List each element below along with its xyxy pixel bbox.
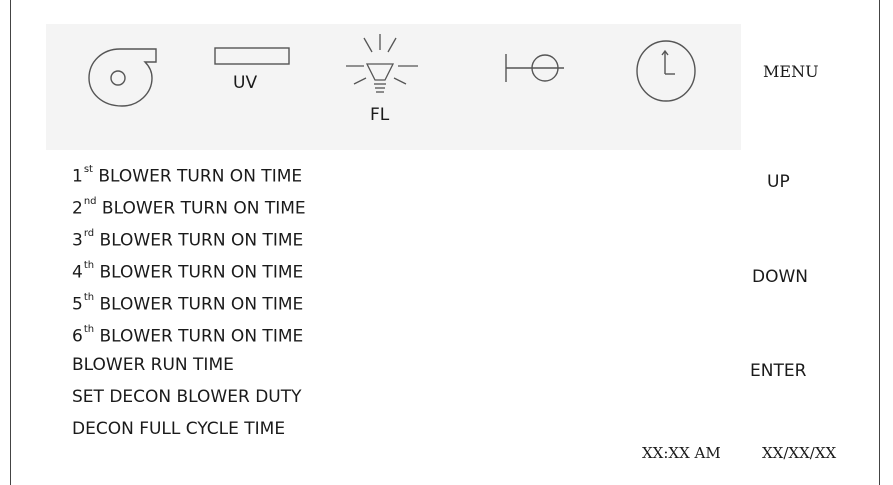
uv-label: UV <box>233 73 258 93</box>
blower-icon[interactable] <box>84 40 159 110</box>
menu-item-number: 5 <box>72 294 83 315</box>
menu-item-label: DECON FULL CYCLE TIME <box>72 419 286 439</box>
menu-item-number: 1 <box>72 166 83 187</box>
menu-item-label: BLOWER TURN ON TIME <box>99 294 304 315</box>
menu-item-number: 6 <box>72 326 83 347</box>
clock-icon[interactable] <box>634 38 698 104</box>
menu-item-4th-blower-turn-on-time[interactable]: 4th BLOWER TURN ON TIME <box>72 256 306 288</box>
date-display: XX/XX/XX <box>762 444 837 462</box>
menu-item-label: BLOWER TURN ON TIME <box>99 326 304 347</box>
menu-item-decon-full-cycle-time[interactable]: DECON FULL CYCLE TIME <box>72 416 306 448</box>
menu-item-label: BLOWER TURN ON TIME <box>99 230 304 251</box>
damper-icon[interactable] <box>504 50 568 86</box>
up-button[interactable]: UP <box>767 172 790 192</box>
time-display: XX:XX AM <box>642 444 721 462</box>
menu-item-label: BLOWER RUN TIME <box>72 355 234 375</box>
menu-item-6th-blower-turn-on-time[interactable]: 6th BLOWER TURN ON TIME <box>72 320 306 352</box>
menu-item-label: BLOWER TURN ON TIME <box>99 262 304 283</box>
fl-label: FL <box>370 105 390 125</box>
settings-menu-list: 1st BLOWER TURN ON TIME 2nd BLOWER TURN … <box>72 160 306 448</box>
menu-item-ordinal: st <box>83 164 93 175</box>
light-bulb-icon[interactable] <box>338 32 422 104</box>
menu-item-set-decon-blower-duty[interactable]: SET DECON BLOWER DUTY <box>72 384 306 416</box>
menu-item-number: 2 <box>72 198 83 219</box>
menu-item-label: SET DECON BLOWER DUTY <box>72 387 302 407</box>
menu-button[interactable]: MENU <box>763 62 819 81</box>
menu-item-ordinal: th <box>83 292 95 303</box>
menu-item-number: 4 <box>72 262 83 283</box>
menu-item-label: BLOWER TURN ON TIME <box>101 198 306 219</box>
menu-item-blower-run-time[interactable]: BLOWER RUN TIME <box>72 352 306 384</box>
menu-item-2nd-blower-turn-on-time[interactable]: 2nd BLOWER TURN ON TIME <box>72 192 306 224</box>
menu-item-ordinal: th <box>83 324 95 335</box>
menu-item-ordinal: th <box>83 260 95 271</box>
menu-item-ordinal: nd <box>83 196 97 207</box>
uv-lamp-icon[interactable] <box>214 47 292 67</box>
menu-item-label: BLOWER TURN ON TIME <box>98 166 303 187</box>
menu-item-ordinal: rd <box>83 228 95 239</box>
down-button[interactable]: DOWN <box>752 267 808 287</box>
menu-item-5th-blower-turn-on-time[interactable]: 5th BLOWER TURN ON TIME <box>72 288 306 320</box>
menu-item-number: 3 <box>72 230 83 251</box>
enter-button[interactable]: ENTER <box>750 361 806 381</box>
menu-item-1st-blower-turn-on-time[interactable]: 1st BLOWER TURN ON TIME <box>72 160 306 192</box>
menu-item-3rd-blower-turn-on-time[interactable]: 3rd BLOWER TURN ON TIME <box>72 224 306 256</box>
